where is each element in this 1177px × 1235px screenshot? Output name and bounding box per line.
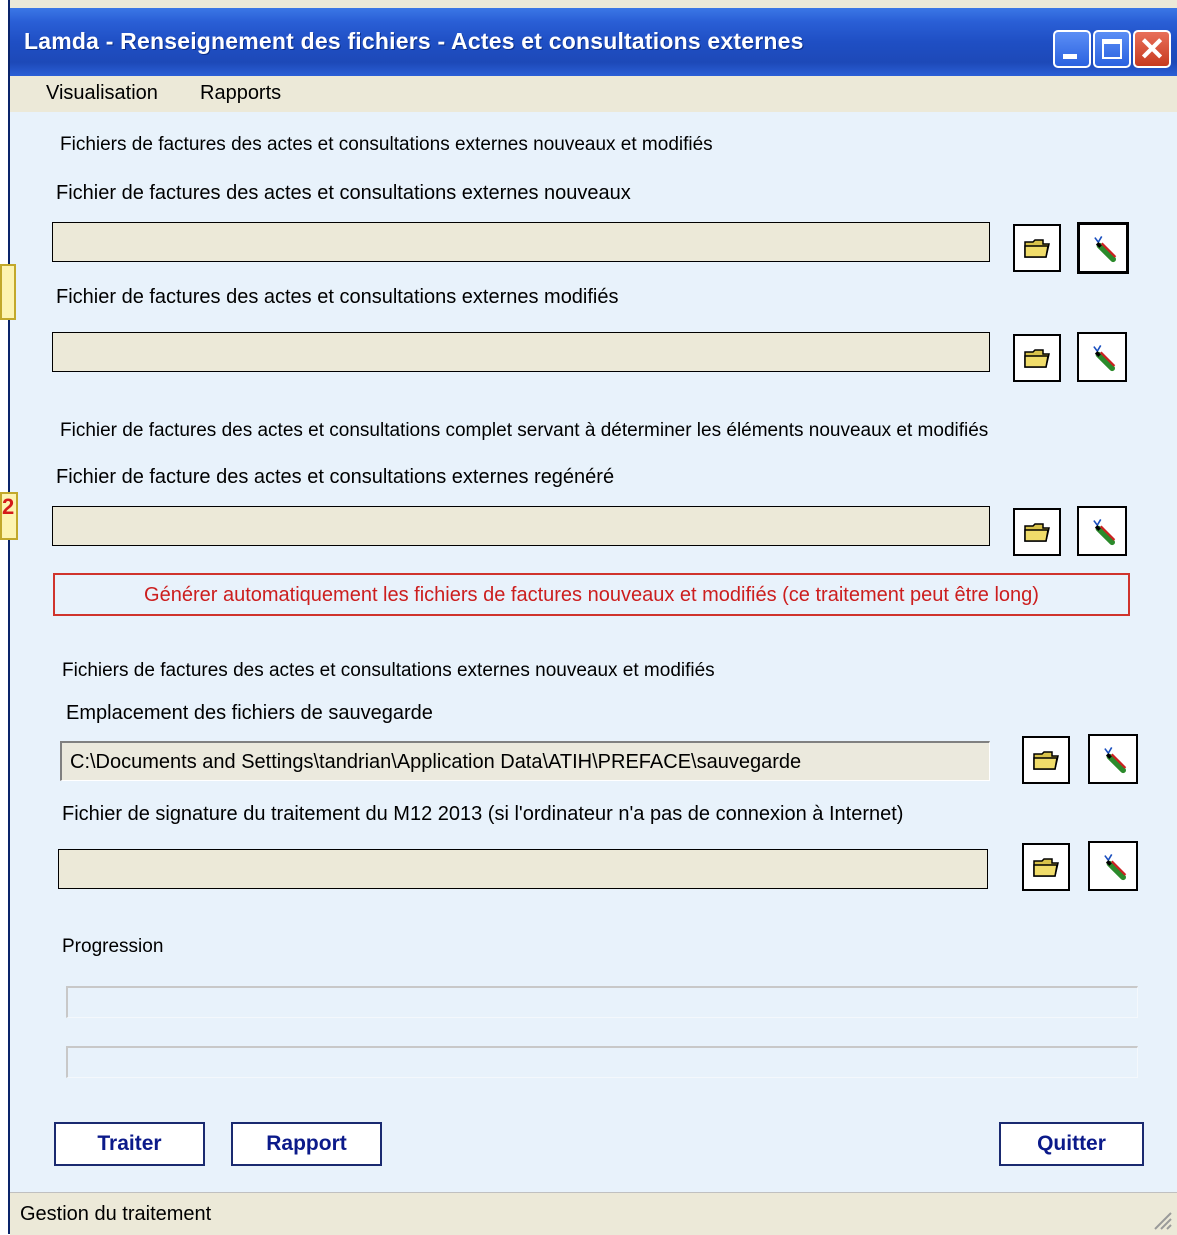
regen-file-field[interactable]	[52, 506, 990, 546]
edit-modified-button[interactable]	[1077, 332, 1127, 382]
new-file-label: Fichier de factures des actes et consult…	[56, 182, 631, 204]
browse-backup-button[interactable]	[1022, 736, 1070, 784]
menu-visualisation[interactable]: Visualisation	[46, 82, 158, 105]
progress-bar-1	[66, 986, 1138, 1018]
pencil-icon	[1093, 345, 1116, 372]
signature-label: Fichier de signature du traitement du M1…	[62, 803, 904, 825]
maximize-button[interactable]	[1093, 30, 1131, 68]
new-file-field[interactable]	[52, 222, 990, 262]
signature-file-field[interactable]	[58, 849, 988, 889]
section3-heading: Fichiers de factures des actes et consul…	[62, 660, 715, 681]
pencil-icon	[1104, 854, 1127, 881]
app-window: Lamda - Renseignement des fichiers - Act…	[8, 0, 1177, 1235]
section1-heading: Fichiers de factures des actes et consul…	[60, 134, 713, 155]
modified-file-label: Fichier de factures des actes et consult…	[56, 286, 619, 308]
close-icon: ✕	[1138, 31, 1166, 67]
status-text: Gestion du traitement	[20, 1203, 212, 1225]
folder-icon	[1024, 349, 1050, 368]
pencil-icon	[1094, 236, 1117, 263]
backup-path-field[interactable]: C:\Documents and Settings\tandrian\Appli…	[60, 741, 990, 781]
pencil-icon	[1104, 747, 1127, 774]
browse-new-button[interactable]	[1013, 224, 1061, 272]
regen-file-label: Fichier de facture des actes et consulta…	[56, 466, 615, 488]
minimize-button[interactable]	[1053, 30, 1091, 68]
window-title: Lamda - Renseignement des fichiers - Act…	[24, 28, 804, 54]
backup-label: Emplacement des fichiers de sauvegarde	[66, 702, 433, 724]
folder-icon	[1033, 751, 1059, 770]
browse-regen-button[interactable]	[1013, 508, 1061, 556]
status-bar: Gestion du traitement	[10, 1192, 1177, 1235]
minimize-icon	[1063, 54, 1077, 59]
browse-signature-button[interactable]	[1022, 843, 1070, 891]
close-button[interactable]: ✕	[1133, 30, 1171, 68]
marker-number: 2	[2, 494, 15, 519]
folder-icon	[1024, 239, 1050, 258]
traiter-button[interactable]: Traiter	[54, 1122, 205, 1166]
title-bar[interactable]: Lamda - Renseignement des fichiers - Act…	[10, 8, 1177, 76]
progress-label: Progression	[62, 936, 164, 957]
folder-icon	[1024, 523, 1050, 542]
generate-button[interactable]: Générer automatiquement les fichiers de …	[53, 573, 1130, 616]
edit-backup-button[interactable]	[1088, 734, 1138, 784]
menu-rapports[interactable]: Rapports	[200, 82, 281, 105]
annotation-marker-2: 2	[0, 492, 18, 540]
edit-signature-button[interactable]	[1088, 841, 1138, 891]
browse-modified-button[interactable]	[1013, 334, 1061, 382]
section2-heading: Fichier de factures des actes et consult…	[60, 420, 989, 441]
maximize-icon	[1102, 39, 1122, 59]
resize-grip-icon[interactable]	[1149, 1207, 1173, 1231]
progress-bar-2	[66, 1046, 1138, 1078]
folder-icon	[1033, 858, 1059, 877]
quitter-button[interactable]: Quitter	[999, 1122, 1144, 1166]
modified-file-field[interactable]	[52, 332, 990, 372]
main-panel	[10, 112, 1177, 1192]
annotation-marker	[0, 264, 16, 320]
menu-bar: Visualisation Rapports	[10, 76, 1177, 112]
rapport-button[interactable]: Rapport	[231, 1122, 382, 1166]
edit-new-button[interactable]	[1077, 222, 1129, 274]
pencil-icon	[1093, 519, 1116, 546]
edit-regen-button[interactable]	[1077, 506, 1127, 556]
